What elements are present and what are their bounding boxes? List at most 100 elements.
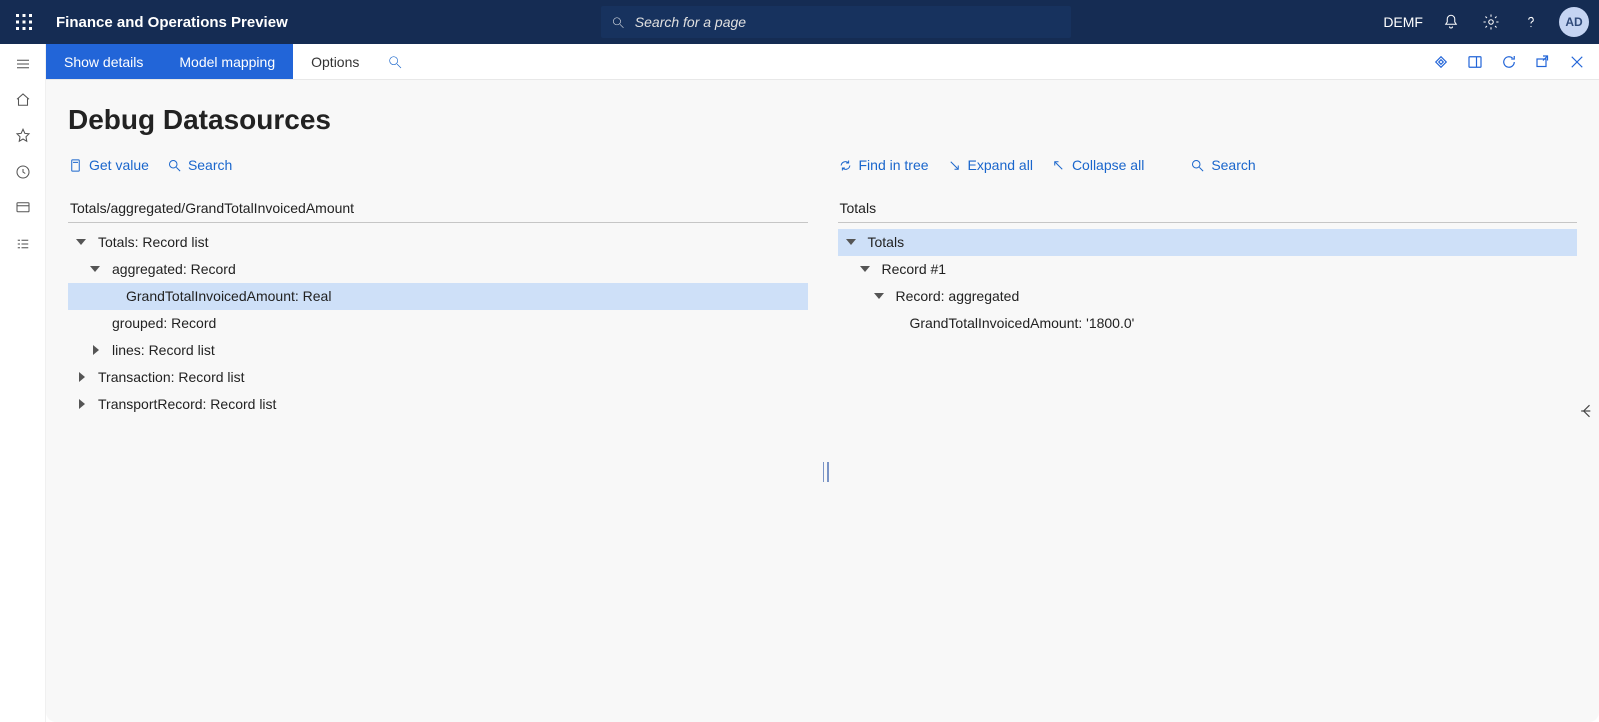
find-in-tree-label: Find in tree: [859, 157, 929, 173]
pane-splitter[interactable]: [823, 462, 829, 482]
tree-row[interactable]: Totals: Record list: [68, 229, 808, 256]
tree-row[interactable]: Record #1: [838, 256, 1578, 283]
tree-caret[interactable]: [76, 399, 88, 411]
tree-row[interactable]: Record: aggregated: [838, 283, 1578, 310]
right-tree[interactable]: TotalsRecord #1Record: aggregatedGrandTo…: [838, 229, 1578, 337]
refresh-sync-icon: [838, 158, 853, 173]
tree-row-label: Transaction: Record list: [98, 364, 245, 391]
collapse-up-icon: [1051, 158, 1066, 173]
left-search-label: Search: [188, 157, 232, 173]
tree-row[interactable]: GrandTotalInvoicedAmount: Real: [68, 283, 808, 310]
left-search-button[interactable]: Search: [167, 157, 232, 173]
right-toolbar: Find in tree Expand all Collapse all: [838, 150, 1578, 180]
tree-row-label: grouped: Record: [112, 310, 216, 337]
question-icon: [1522, 13, 1540, 31]
search-icon: [387, 54, 403, 70]
header-right: DEMF AD: [1383, 4, 1595, 40]
waffle-icon: [16, 14, 32, 30]
app-title: Finance and Operations Preview: [56, 14, 288, 31]
help-button[interactable]: [1513, 4, 1549, 40]
right-pane: Find in tree Expand all Collapse all: [838, 150, 1578, 418]
tree-caret[interactable]: [846, 237, 858, 249]
expand-down-icon: [947, 158, 962, 173]
tree-caret[interactable]: [76, 237, 88, 249]
tree-caret[interactable]: [860, 264, 872, 276]
nav-rail: [0, 44, 46, 722]
tree-row-label: Record #1: [882, 256, 947, 283]
expand-all-button[interactable]: Expand all: [947, 157, 1033, 173]
notifications-button[interactable]: [1433, 4, 1469, 40]
tab-model-mapping[interactable]: Model mapping: [161, 44, 293, 79]
get-value-button[interactable]: Get value: [68, 157, 149, 173]
left-toolbar: Get value Search: [68, 150, 808, 180]
page-title: Debug Datasources: [68, 104, 1577, 136]
tree-row[interactable]: GrandTotalInvoicedAmount: '1800.0': [838, 310, 1578, 337]
clock-icon: [14, 163, 32, 181]
left-breadcrumb[interactable]: Totals/aggregated/GrandTotalInvoicedAmou…: [68, 196, 808, 223]
tree-caret[interactable]: [874, 291, 886, 303]
tree-row[interactable]: Totals: [838, 229, 1578, 256]
expand-all-label: Expand all: [968, 157, 1033, 173]
attachments-button[interactable]: [1427, 48, 1455, 76]
avatar[interactable]: AD: [1559, 7, 1589, 37]
global-search-input[interactable]: [633, 13, 1061, 31]
action-pane: Show details Model mapping Options: [46, 44, 1599, 80]
global-search[interactable]: [601, 6, 1071, 38]
modules-icon: [14, 235, 32, 253]
tree-caret[interactable]: [76, 372, 88, 384]
action-pane-search-button[interactable]: [377, 44, 413, 79]
tree-row[interactable]: aggregated: Record: [68, 256, 808, 283]
refresh-button[interactable]: [1495, 48, 1523, 76]
tree-row-label: TransportRecord: Record list: [98, 391, 276, 418]
nav-recent-button[interactable]: [1, 154, 45, 190]
home-icon: [14, 91, 32, 109]
tree-row[interactable]: grouped: Record: [68, 310, 808, 337]
app-launcher-button[interactable]: [4, 2, 44, 42]
tree-caret[interactable]: [90, 345, 102, 357]
right-search-button[interactable]: Search: [1190, 157, 1255, 173]
collapse-all-button[interactable]: Collapse all: [1051, 157, 1144, 173]
gear-icon: [1482, 13, 1500, 31]
tab-show-details[interactable]: Show details: [46, 44, 161, 79]
attach-icon: [1432, 53, 1450, 71]
related-info-toggle[interactable]: [1577, 401, 1599, 423]
tree-row-label: GrandTotalInvoicedAmount: Real: [126, 283, 331, 310]
search-icon: [167, 158, 182, 173]
tree-row[interactable]: Transaction: Record list: [68, 364, 808, 391]
tab-options[interactable]: Options: [293, 44, 377, 79]
close-button[interactable]: [1563, 48, 1591, 76]
star-icon: [14, 127, 32, 145]
tree-row[interactable]: lines: Record list: [68, 337, 808, 364]
tree-row-label: GrandTotalInvoicedAmount: '1800.0': [910, 310, 1135, 337]
side-panel-button[interactable]: [1461, 48, 1489, 76]
right-search-label: Search: [1211, 157, 1255, 173]
hamburger-icon: [14, 55, 32, 73]
tree-row-label: lines: Record list: [112, 337, 215, 364]
nav-favorites-button[interactable]: [1, 118, 45, 154]
settings-button[interactable]: [1473, 4, 1509, 40]
chevron-left-icon: [1577, 401, 1597, 421]
page-canvas: Debug Datasources Get value Search: [46, 80, 1599, 722]
nav-workspaces-button[interactable]: [1, 190, 45, 226]
global-header: Finance and Operations Preview DEMF AD: [0, 0, 1599, 44]
nav-modules-button[interactable]: [1, 226, 45, 262]
tree-row-label: Totals: Record list: [98, 229, 208, 256]
left-pane: Get value Search Totals/aggregated/Grand…: [68, 150, 808, 418]
search-icon: [611, 15, 625, 30]
tree-caret[interactable]: [90, 264, 102, 276]
tree-row-label: Record: aggregated: [896, 283, 1020, 310]
popout-button[interactable]: [1529, 48, 1557, 76]
company-picker[interactable]: DEMF: [1383, 14, 1423, 30]
collapse-all-label: Collapse all: [1072, 157, 1144, 173]
tree-row-label: aggregated: Record: [112, 256, 236, 283]
nav-home-button[interactable]: [1, 82, 45, 118]
panel-icon: [1466, 53, 1484, 71]
tree-row[interactable]: TransportRecord: Record list: [68, 391, 808, 418]
right-breadcrumb[interactable]: Totals: [838, 196, 1578, 223]
bell-icon: [1442, 13, 1460, 31]
nav-expand-button[interactable]: [1, 46, 45, 82]
left-tree[interactable]: Totals: Record listaggregated: RecordGra…: [68, 229, 808, 418]
popout-icon: [1534, 53, 1552, 71]
search-icon: [1190, 158, 1205, 173]
find-in-tree-button[interactable]: Find in tree: [838, 157, 929, 173]
